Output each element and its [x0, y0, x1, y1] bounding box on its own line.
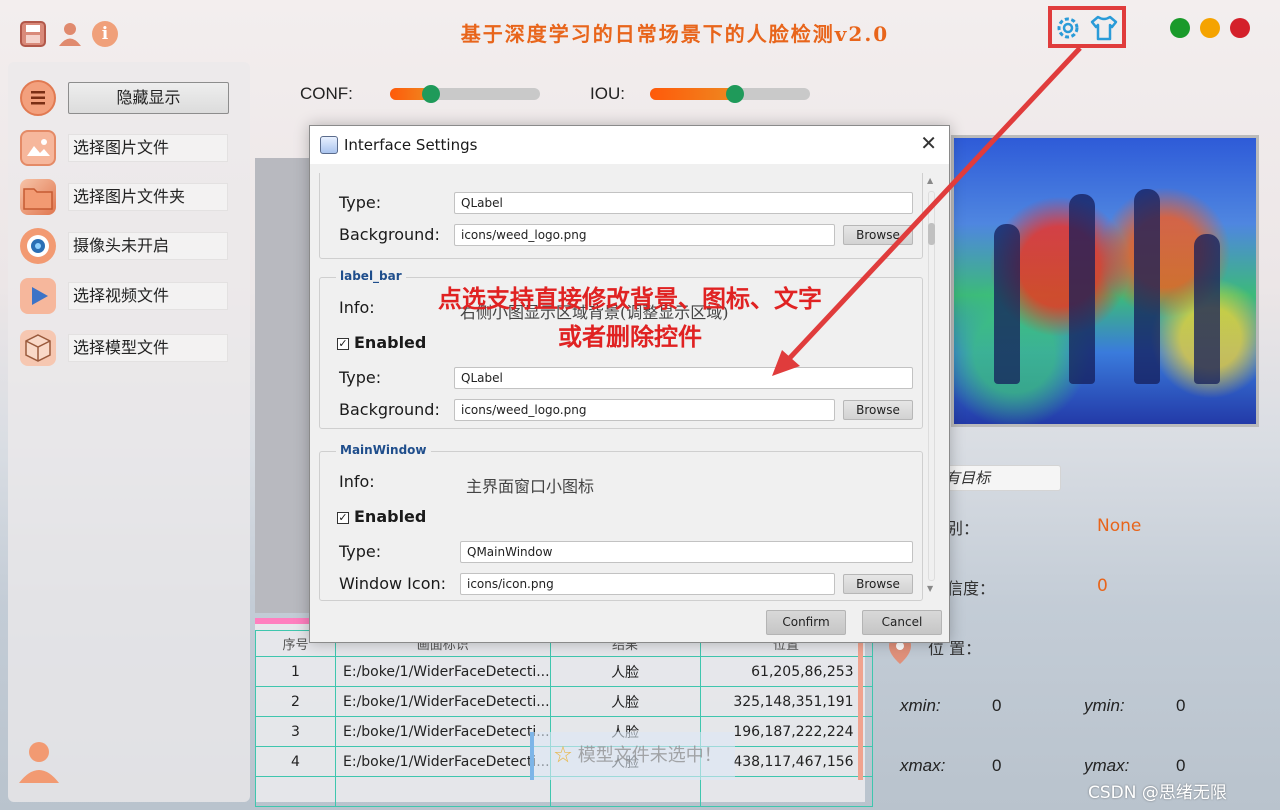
annotation-text: 点选支持直接修改背景、图标、文字 或者删除控件 — [385, 280, 875, 356]
watermark: CSDN @思绪无限 — [1088, 783, 1227, 803]
annotation-arrow — [772, 46, 1082, 376]
annotation-line: 点选支持直接修改背景、图标、文字 — [438, 285, 822, 313]
annotation-line: 或者删除控件 — [558, 323, 702, 351]
